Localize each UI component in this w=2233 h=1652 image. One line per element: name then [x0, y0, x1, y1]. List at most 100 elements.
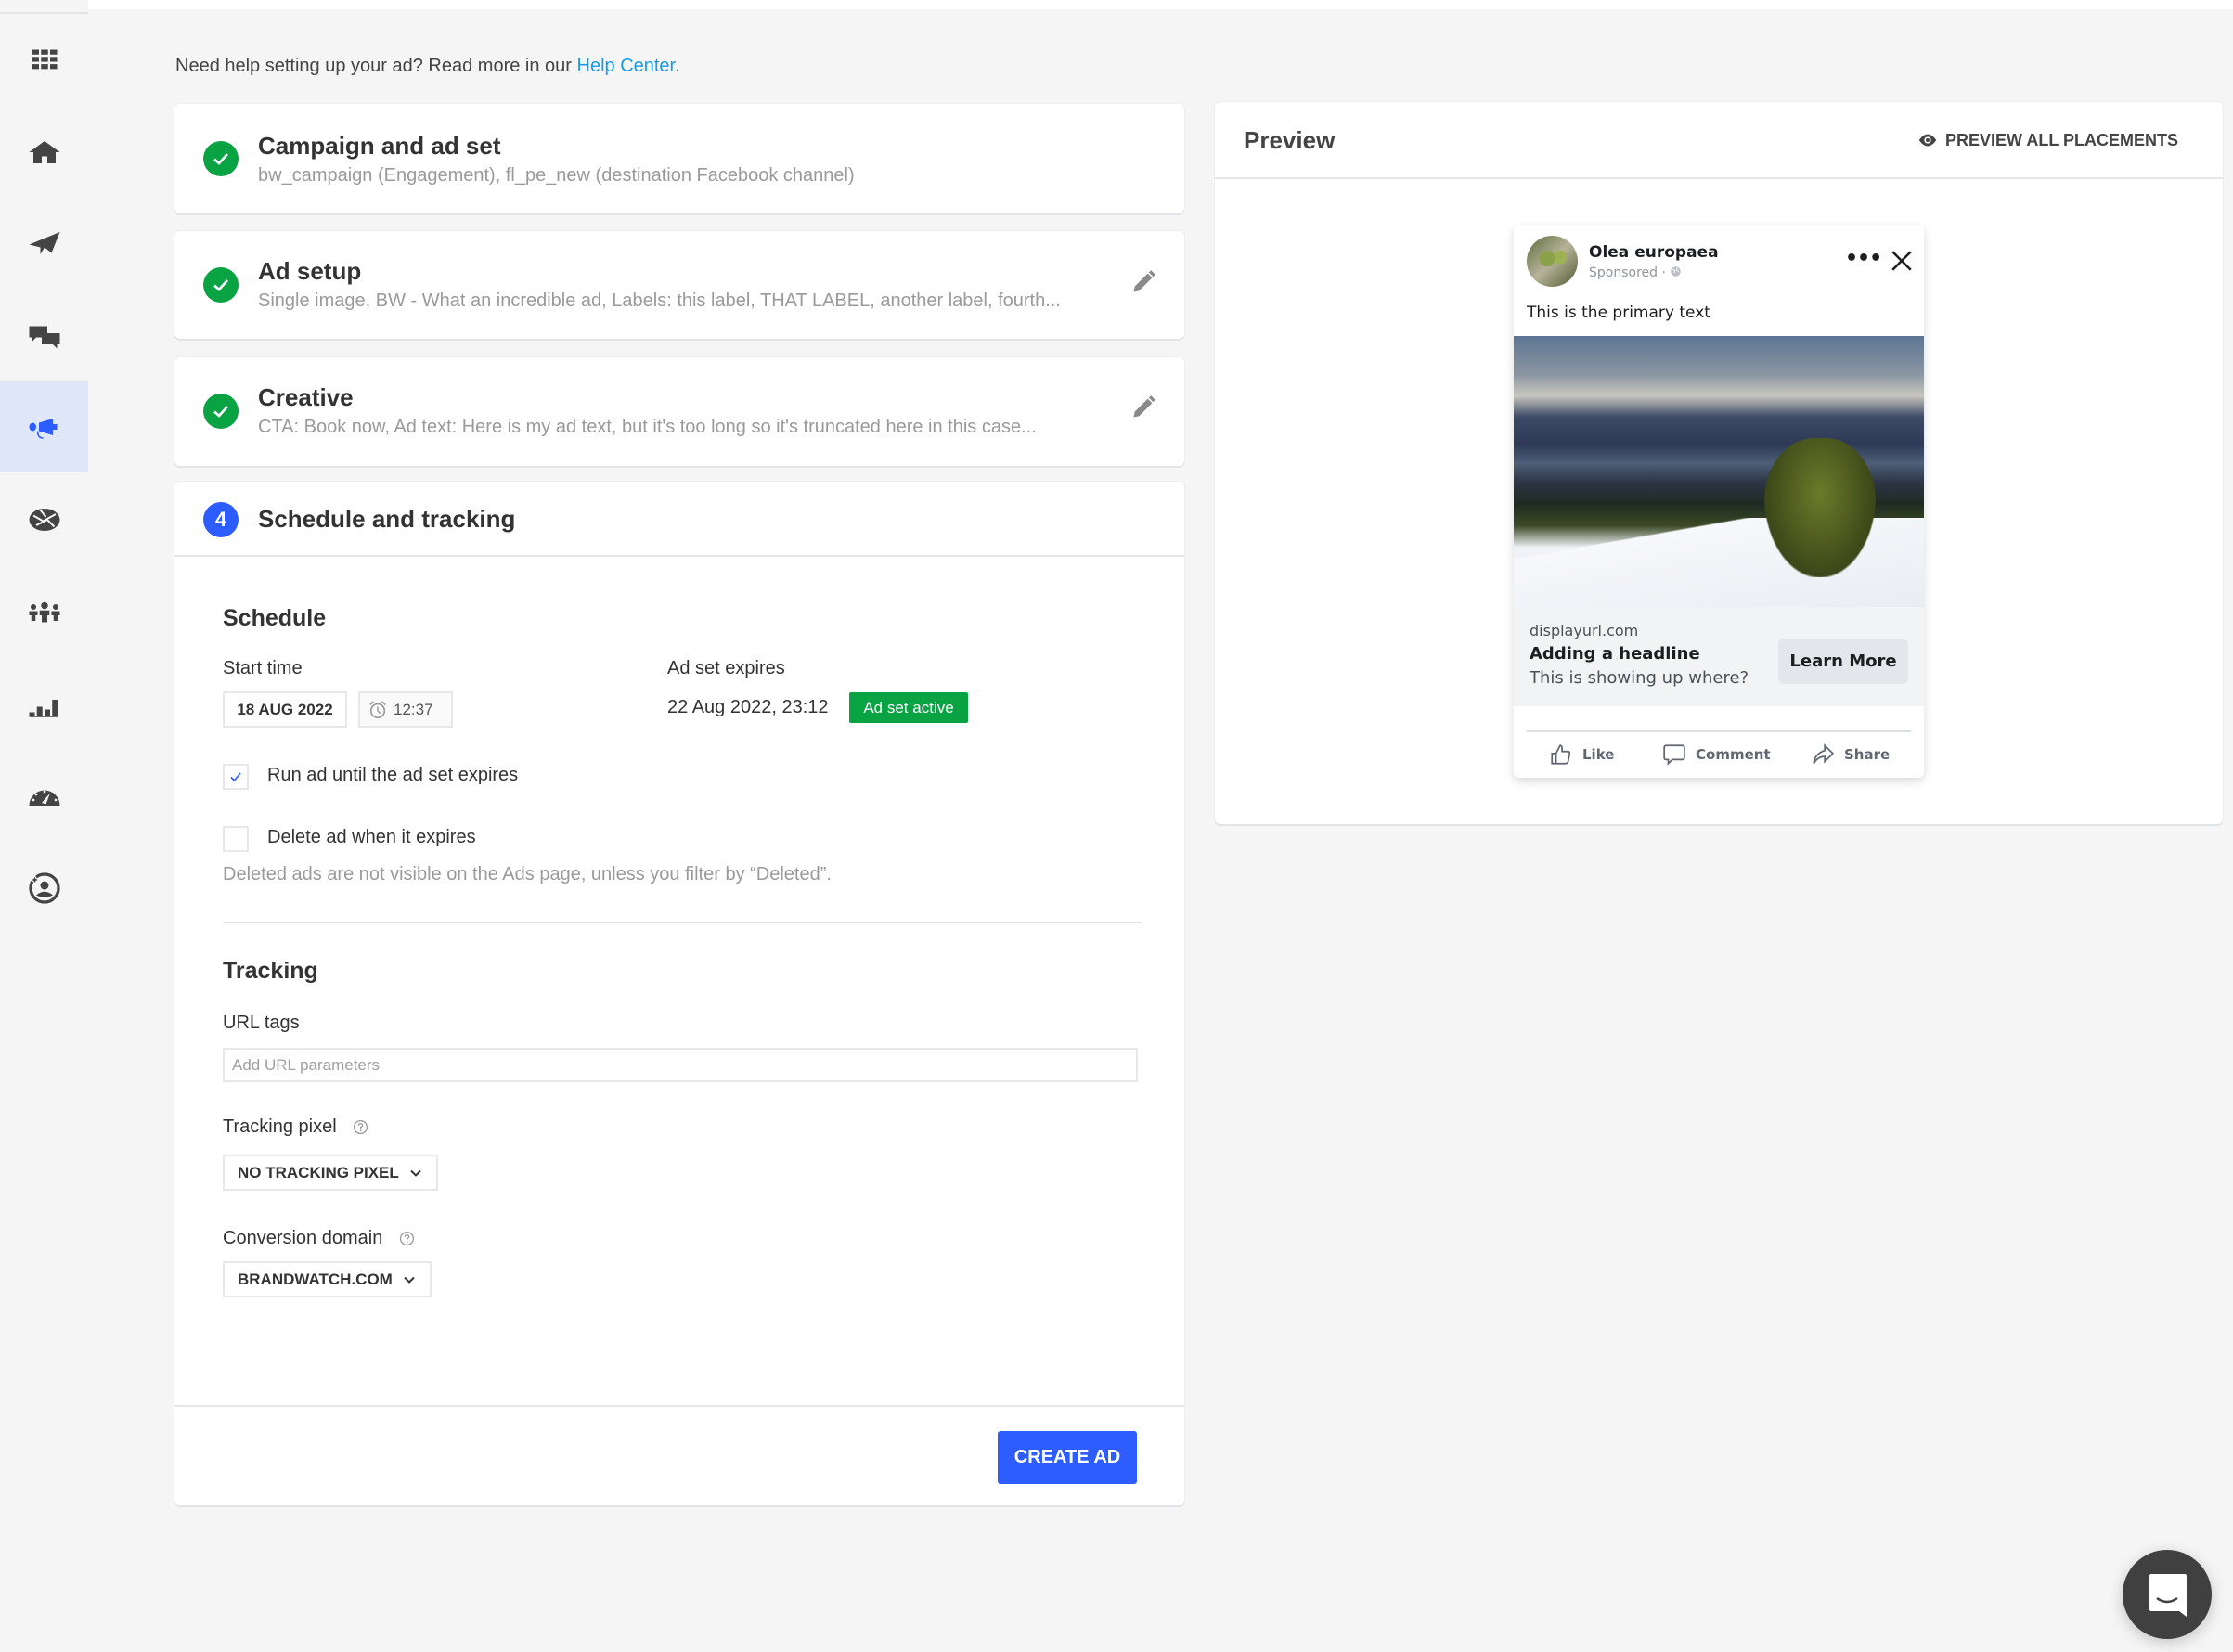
page-name: Olea europaea: [1589, 243, 1719, 262]
comment-button[interactable]: Comment: [1662, 742, 1771, 767]
people-icon: [29, 601, 59, 623]
share-icon: [1813, 743, 1835, 765]
step-creative[interactable]: Creative CTA: Book now, Ad text: Here is…: [174, 357, 1184, 466]
home-icon: [29, 141, 59, 163]
support-chat-button[interactable]: [2123, 1550, 2212, 1639]
sidebar-item-listen[interactable]: [0, 474, 88, 565]
help-circle-icon[interactable]: [353, 1119, 368, 1135]
conversion-domain-label: Conversion domain: [223, 1228, 415, 1249]
sidebar-item-advertise[interactable]: [0, 381, 88, 472]
globe-icon: [1671, 266, 1682, 277]
start-time-picker[interactable]: 12:37: [358, 691, 453, 728]
step-number-badge: 4: [203, 502, 239, 537]
delete-note: Deleted ads are not visible on the Ads p…: [223, 864, 832, 884]
step-ad-setup[interactable]: Ad setup Single image, BW - What an incr…: [174, 231, 1184, 339]
chevron-down-icon: [410, 1169, 421, 1177]
step-title: Campaign and ad set: [258, 132, 501, 160]
speedometer-icon: [29, 790, 59, 806]
facebook-ad-preview: Olea europaea Sponsored · ••• This is th…: [1514, 225, 1924, 778]
delete-when-expires-label: Delete ad when it expires: [267, 827, 476, 847]
preview-header: Preview PREVIEW ALL PLACEMENTS: [1215, 102, 2223, 179]
expires-value: 22 Aug 2022, 23:12: [667, 697, 829, 717]
globe-icon: [29, 509, 59, 531]
preview-title: Preview: [1244, 126, 1336, 154]
step-summary: Single image, BW - What an incredible ad…: [258, 290, 1061, 311]
sidebar-item-apps[interactable]: [0, 14, 88, 105]
expires-label: Ad set expires: [667, 658, 785, 678]
check-circle-icon: [203, 267, 239, 303]
sidebar-item-influence[interactable]: [0, 843, 88, 934]
sidebar: [0, 0, 88, 1652]
edit-ad-setup-button[interactable]: [1130, 269, 1158, 297]
sidebar-item-audience[interactable]: [0, 567, 88, 658]
run-until-expires-label: Run ad until the ad set expires: [267, 765, 519, 785]
check-circle-icon: [203, 394, 239, 429]
url-tags-label: URL tags: [223, 1013, 300, 1033]
link-preview: displayurl.com Adding a headline This is…: [1514, 607, 1924, 706]
tracking-pixel-dropdown[interactable]: NO TRACKING PIXEL: [223, 1155, 438, 1191]
ad-headline: Adding a headline: [1530, 644, 1700, 664]
sidebar-item-home[interactable]: [0, 107, 88, 198]
ad-image: [1514, 336, 1924, 607]
step-header: 4 Schedule and tracking: [174, 482, 1184, 557]
chat-bubbles-icon: [29, 326, 59, 349]
thumbs-up-icon: [1551, 744, 1571, 765]
more-options-button[interactable]: •••: [1845, 247, 1882, 270]
preview-all-placements-button[interactable]: PREVIEW ALL PLACEMENTS: [1917, 130, 2178, 150]
step-title: Schedule and tracking: [258, 505, 516, 533]
step-summary: bw_campaign (Engagement), fl_pe_new (des…: [258, 165, 855, 186]
start-date-picker[interactable]: 18 AUG 2022: [223, 691, 347, 728]
pencil-icon: [1133, 270, 1155, 292]
checkmark-icon: [230, 772, 241, 782]
step-summary: CTA: Book now, Ad text: Here is my ad te…: [258, 417, 1037, 437]
actions-divider: [1527, 730, 1911, 732]
step-schedule-and-tracking: 4 Schedule and tracking Schedule Start t…: [174, 482, 1184, 1505]
schedule-heading: Schedule: [223, 605, 327, 631]
chevron-down-icon: [404, 1276, 415, 1284]
sidebar-item-measure[interactable]: [0, 660, 88, 751]
share-button[interactable]: Share: [1811, 742, 1890, 767]
section-divider: [223, 922, 1142, 923]
preview-panel: Preview PREVIEW ALL PLACEMENTS Olea euro…: [1215, 102, 2223, 824]
sponsored-label: Sponsored ·: [1589, 265, 1682, 280]
help-circle-icon[interactable]: [399, 1231, 415, 1246]
tracking-pixel-label: Tracking pixel: [223, 1116, 368, 1138]
primary-text: This is the primary text: [1527, 303, 1710, 322]
comment-icon: [1663, 744, 1685, 766]
edit-creative-button[interactable]: [1130, 394, 1158, 422]
like-button[interactable]: Like: [1549, 742, 1614, 767]
display-url: displayurl.com: [1530, 622, 1639, 639]
check-circle-icon: [203, 141, 239, 176]
step-campaign-and-ad-set[interactable]: Campaign and ad set bw_campaign (Engagem…: [174, 104, 1184, 213]
step-title: Ad setup: [258, 257, 362, 285]
ad-description: This is showing up where?: [1530, 668, 1749, 688]
help-text: Need help setting up your ad? Read more …: [175, 56, 680, 76]
close-icon[interactable]: [1890, 249, 1914, 273]
sidebar-item-publish[interactable]: [0, 198, 88, 289]
url-tags-input[interactable]: [223, 1048, 1138, 1082]
page-avatar: [1527, 236, 1578, 287]
chat-smile-icon: [2149, 1574, 2187, 1617]
alarm-clock-icon: [369, 700, 386, 718]
conversion-domain-dropdown[interactable]: BRANDWATCH.COM: [223, 1261, 432, 1297]
pencil-icon: [1133, 395, 1155, 418]
grid-icon: [32, 49, 57, 70]
run-until-expires-checkbox[interactable]: [223, 764, 249, 790]
footer-divider: [174, 1405, 1184, 1407]
help-center-link[interactable]: Help Center: [577, 56, 676, 76]
sidebar-item-engage[interactable]: [0, 290, 88, 381]
learn-more-button[interactable]: Learn More: [1778, 639, 1908, 684]
tracking-heading: Tracking: [223, 958, 318, 984]
status-badge: Ad set active: [849, 692, 968, 723]
eye-icon: [1918, 134, 1937, 147]
bar-chart-icon: [29, 700, 58, 717]
megaphone-icon: [29, 419, 57, 439]
top-bar: [88, 0, 2233, 9]
step-title: Creative: [258, 383, 354, 411]
start-time-label: Start time: [223, 658, 303, 678]
paper-plane-icon: [29, 232, 59, 254]
create-ad-button[interactable]: CREATE AD: [998, 1431, 1137, 1484]
user-star-icon: [28, 872, 60, 904]
delete-when-expires-checkbox[interactable]: [223, 826, 249, 852]
sidebar-item-benchmark[interactable]: [0, 752, 88, 843]
